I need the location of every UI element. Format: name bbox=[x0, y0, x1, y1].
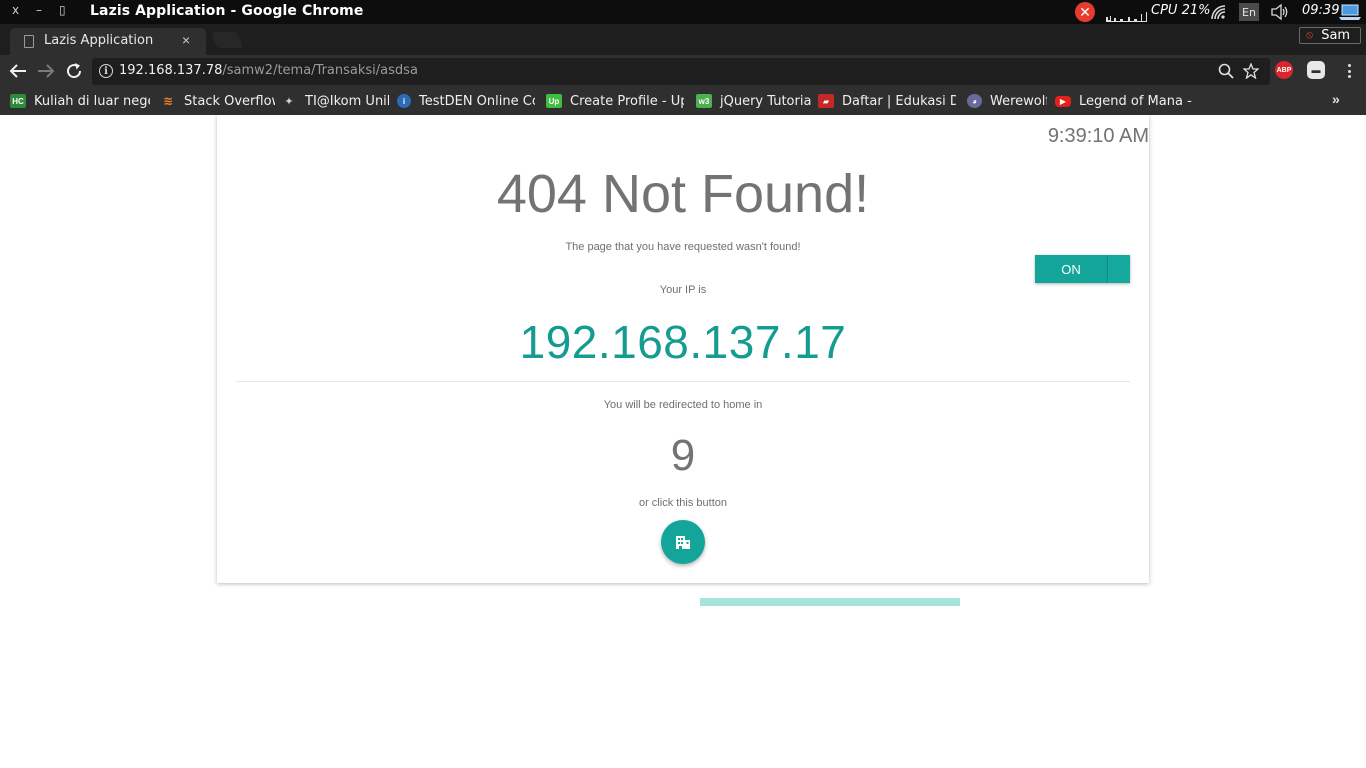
wifi-icon[interactable] bbox=[1210, 4, 1228, 20]
w3schools-icon: w3 bbox=[696, 94, 712, 108]
bookmark-label: jQuery Tutorial bbox=[720, 93, 811, 109]
ip-label: Your IP is bbox=[659, 284, 707, 296]
url-path: /samw2/tema/Transaksi/asdsa bbox=[222, 63, 418, 78]
bookmark-item[interactable]: i TestDEN Online Co bbox=[397, 92, 535, 110]
building-icon bbox=[676, 536, 690, 549]
button-hint: or click this button bbox=[638, 497, 728, 509]
tab-title: Lazis Application bbox=[44, 33, 154, 48]
battery-laptop-icon[interactable] bbox=[1338, 3, 1362, 21]
system-clock[interactable]: 09:39 bbox=[1302, 3, 1339, 18]
toggle-knob bbox=[1107, 255, 1130, 283]
error-card: 9:39:10 AM 404 Not Found! The page that … bbox=[217, 115, 1149, 583]
page-content: 9:39:10 AM 404 Not Found! The page that … bbox=[0, 115, 1366, 768]
bookmark-label: TestDEN Online Co bbox=[419, 93, 535, 109]
on-toggle[interactable]: ON bbox=[1035, 255, 1130, 283]
back-arrow-icon bbox=[9, 64, 26, 78]
url-text[interactable]: 192.168.137.78/samw2/tema/Transaksi/asds… bbox=[119, 63, 418, 78]
bookmark-favicon-icon: ▰ bbox=[818, 94, 834, 108]
youtube-icon: ▶ bbox=[1055, 95, 1071, 107]
window-close-button[interactable]: x bbox=[12, 3, 19, 17]
divider bbox=[236, 381, 1130, 382]
bookmark-label: TI@Ikom Unika bbox=[305, 93, 389, 109]
home-button[interactable] bbox=[661, 520, 705, 564]
page-title: 404 Not Found! bbox=[496, 164, 870, 224]
redirect-text: You will be redirected to home in bbox=[603, 399, 763, 411]
more-bookmarks-button[interactable]: » bbox=[1332, 91, 1340, 107]
new-tab-button[interactable] bbox=[211, 32, 243, 48]
redirect-countdown: 9 bbox=[670, 431, 696, 480]
cpu-usage[interactable]: CPU 21% bbox=[1151, 3, 1210, 18]
volume-icon[interactable] bbox=[1270, 3, 1290, 21]
keyboard-language[interactable]: En bbox=[1239, 3, 1259, 21]
tab-close-button[interactable]: × bbox=[182, 32, 190, 48]
reload-button[interactable] bbox=[64, 61, 84, 81]
bookmark-label: Kuliah di luar negeri bbox=[34, 93, 150, 109]
site-info-icon[interactable]: i bbox=[99, 64, 113, 78]
stack-overflow-icon: ≋ bbox=[162, 94, 174, 108]
info-favicon-icon: i bbox=[397, 94, 411, 108]
tab-strip: Lazis Application × ⦸ Sam bbox=[0, 24, 1366, 55]
bookmark-item[interactable]: ≋ Stack Overflow bbox=[160, 92, 275, 110]
bookmark-label: Daftar | Edukasi Dari bbox=[842, 93, 956, 109]
bookmark-label: Werewolf bbox=[990, 93, 1047, 109]
line-extension-icon[interactable]: ▬ bbox=[1307, 61, 1325, 79]
tray-error-icon[interactable]: ✕ bbox=[1075, 0, 1097, 24]
reload-icon bbox=[67, 63, 82, 79]
bookmark-item[interactable]: Up Create Profile - Up bbox=[546, 92, 684, 110]
profile-button[interactable]: ⦸ Sam bbox=[1299, 27, 1361, 44]
ip-address: 192.168.137.17 bbox=[519, 316, 847, 368]
upwork-icon: Up bbox=[546, 94, 562, 108]
back-button[interactable] bbox=[8, 61, 28, 81]
page-icon bbox=[24, 35, 34, 48]
wolf-icon: ◕ bbox=[967, 94, 982, 108]
profile-icon: ⦸ bbox=[1306, 29, 1314, 41]
bookmark-item[interactable]: ◕ Werewolf bbox=[967, 92, 1047, 110]
url-host: 192.168.137.78 bbox=[119, 63, 223, 78]
bookmark-favicon-icon: HC bbox=[10, 94, 26, 108]
browser-menu-icon[interactable] bbox=[1341, 62, 1357, 80]
bookmark-item[interactable]: ✦ TI@Ikom Unika bbox=[281, 92, 389, 110]
forward-button[interactable] bbox=[36, 61, 56, 81]
zoom-search-icon[interactable] bbox=[1218, 63, 1234, 79]
bookmark-item[interactable]: w3 jQuery Tutorial bbox=[696, 92, 811, 110]
toggle-label: ON bbox=[1061, 261, 1081, 277]
window-title: Lazis Application - Google Chrome bbox=[90, 3, 364, 19]
forward-arrow-icon bbox=[38, 64, 55, 78]
adblock-plus-icon[interactable]: ABP bbox=[1275, 61, 1293, 79]
browser-tab[interactable]: Lazis Application × bbox=[10, 28, 206, 55]
bookmark-star-icon[interactable] bbox=[1243, 63, 1259, 79]
os-title-bar: x – ▯ Lazis Application - Google Chrome … bbox=[0, 0, 1366, 24]
browser-toolbar: i 192.168.137.78/samw2/tema/Transaksi/as… bbox=[0, 55, 1366, 87]
window-maximize-button[interactable]: ▯ bbox=[59, 3, 66, 17]
bookmark-favicon-icon: ✦ bbox=[284, 95, 294, 108]
bookmark-item[interactable]: ▰ Daftar | Edukasi Dari bbox=[818, 92, 956, 110]
bookmark-label: Legend of Mana - O bbox=[1079, 93, 1193, 109]
bookmark-label: Create Profile - Up bbox=[570, 93, 684, 109]
current-time: 9:39:10 AM bbox=[1047, 125, 1149, 147]
window-minimize-button[interactable]: – bbox=[36, 3, 42, 17]
bookmark-item[interactable]: ▶ Legend of Mana - O bbox=[1055, 92, 1193, 110]
redirect-progress-bar bbox=[700, 598, 960, 606]
bookmark-label: Stack Overflow bbox=[184, 93, 275, 109]
bookmarks-bar: HC Kuliah di luar negeri ≋ Stack Overflo… bbox=[0, 87, 1366, 115]
error-message: The page that you have requested wasn't … bbox=[565, 241, 801, 253]
address-bar[interactable]: i 192.168.137.78/samw2/tema/Transaksi/as… bbox=[92, 58, 1270, 85]
bookmark-item[interactable]: HC Kuliah di luar negeri bbox=[10, 92, 150, 110]
profile-name: Sam bbox=[1321, 28, 1351, 43]
cpu-graph-icon bbox=[1106, 12, 1147, 22]
